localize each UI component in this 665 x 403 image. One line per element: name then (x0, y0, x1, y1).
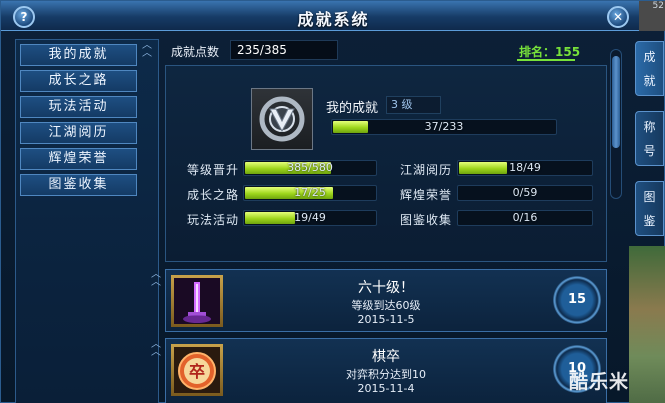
corner-tab: 52 (639, 1, 665, 31)
chess-piece-icon: 卒 (174, 347, 220, 393)
sidebar-item-experience[interactable]: 江湖阅历 (20, 122, 137, 144)
achievement-title: 六十级！ (358, 280, 414, 296)
sidebar-scroll-up-icon[interactable]: ︿ ︿ (140, 41, 154, 60)
background-map (629, 246, 665, 403)
sidebar-item-collection[interactable]: 图鉴收集 (20, 174, 137, 196)
chess-glyph: 卒 (189, 362, 205, 381)
achievement-window: ? 成就系统 ✕ 52 我的成就 成长之路 玩法活动 江湖阅历 辉煌荣誉 图鉴收… (0, 0, 665, 403)
stat-text-level: 385/580 (287, 161, 333, 174)
achievement-date: 2015-11-5 (357, 313, 415, 326)
main-scrollbar[interactable] (610, 49, 622, 199)
sidebar-item-my-achievements[interactable]: 我的成就 (20, 44, 137, 66)
achievement-icon-frame (171, 275, 223, 327)
stat-bar-collection: 0/16 (457, 210, 593, 226)
achievement-description: 等级到达60级 (351, 299, 421, 312)
total-progress-text: 37/233 (424, 120, 464, 133)
points-label: 成就点数 (171, 45, 220, 59)
stat-label-growth: 成长之路 (187, 188, 240, 202)
stat-bar-growth: 17/25 (243, 185, 377, 201)
list-scroll-up-icon[interactable]: ︿ ︿ (149, 270, 163, 289)
points-value: 235/385 (230, 40, 338, 60)
achievement-points-badge: 15 (553, 276, 601, 324)
stat-text-activities: 19/49 (294, 211, 326, 224)
scrollbar-thumb[interactable] (612, 56, 620, 148)
watermark: 酷乐米 (569, 371, 630, 393)
stat-text-experience: 18/49 (509, 161, 541, 174)
stat-label-honors: 辉煌荣誉 (400, 188, 453, 202)
title-bar: ? 成就系统 ✕ (1, 1, 665, 31)
stat-label-experience: 江湖阅历 (400, 163, 453, 177)
stat-text-honors: 0/59 (512, 186, 538, 199)
stat-text-growth: 17/25 (294, 186, 326, 199)
achievement-card[interactable]: 六十级！ 等级到达60级 2015-11-5 15 (165, 269, 607, 332)
level-badge: 3 级 (386, 96, 441, 114)
summary-title: 我的成就 (326, 101, 379, 116)
stat-bar-level: 385/580 (243, 160, 377, 176)
stat-bar-experience: 18/49 (457, 160, 593, 176)
category-sidebar: 我的成就 成长之路 玩法活动 江湖阅历 辉煌荣誉 图鉴收集 ︿ ︿ (15, 39, 159, 403)
achievement-icon-frame: 卒 (171, 344, 223, 396)
purple-sword-icon (174, 278, 220, 324)
sidebar-item-activities[interactable]: 玩法活动 (20, 96, 137, 118)
stat-label-level: 等级晋升 (187, 163, 240, 177)
close-button[interactable]: ✕ (607, 6, 629, 28)
rank-link[interactable]: 排名：155 (519, 43, 580, 60)
stat-text-collection: 0/16 (512, 211, 538, 224)
stat-label-collection: 图鉴收集 (400, 213, 453, 227)
achievement-title: 棋卒 (372, 349, 400, 365)
list-scroll-up-icon[interactable]: ︿ ︿ (149, 340, 163, 359)
rank-underline (517, 59, 575, 61)
achievement-emblem-icon (251, 88, 313, 150)
sidebar-item-growth[interactable]: 成长之路 (20, 70, 137, 92)
achievement-date: 2015-11-4 (357, 382, 415, 395)
tab-achievements[interactable]: 成 就 (635, 41, 664, 96)
stat-bar-honors: 0/59 (457, 185, 593, 201)
stat-label-activities: 玩法活动 (187, 213, 240, 227)
tab-titles[interactable]: 称 号 (635, 111, 664, 166)
achievement-card[interactable]: 卒 棋卒 对弈积分达到10 2015-11-4 10 (165, 338, 607, 403)
total-progress-bar: 37/233 (331, 119, 557, 135)
tab-collection[interactable]: 图 鉴 (635, 181, 664, 236)
achievement-description: 对弈积分达到10 (346, 368, 426, 381)
stat-bar-activities: 19/49 (243, 210, 377, 226)
window-title: 成就系统 (297, 10, 370, 29)
sidebar-item-honors[interactable]: 辉煌荣誉 (20, 148, 137, 170)
